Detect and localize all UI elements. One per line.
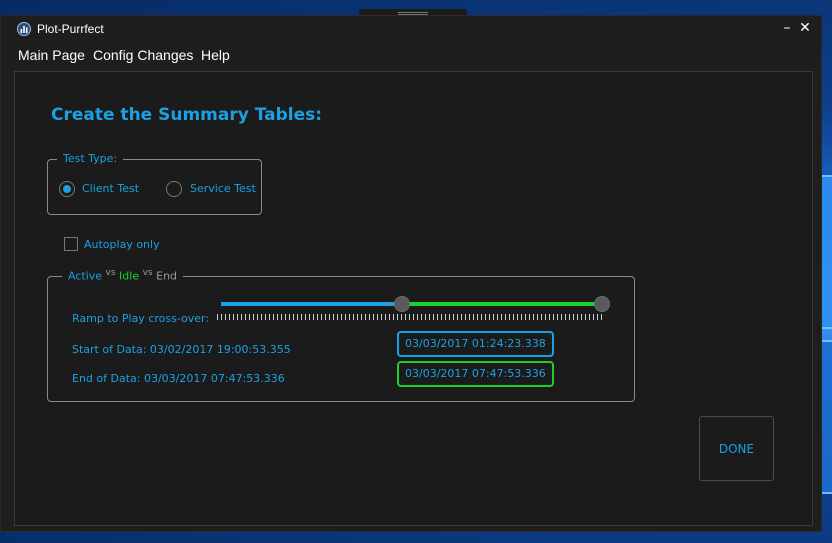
- slider-tick-marks: [217, 314, 603, 320]
- end-of-data-label: End of Data: 03/03/2017 07:47:53.336: [72, 372, 285, 385]
- minimize-button[interactable]: –: [777, 20, 797, 36]
- service-test-radio[interactable]: [166, 181, 182, 197]
- crossover-slider-thumb[interactable]: [394, 296, 410, 312]
- service-test-label[interactable]: Service Test: [190, 182, 256, 195]
- crossover-time-field[interactable]: 03/03/2017 01:24:23.338: [397, 331, 554, 357]
- test-type-legend: Test Type:: [57, 152, 124, 165]
- menu-help[interactable]: Help: [201, 47, 230, 63]
- close-button[interactable]: ✕: [795, 20, 815, 36]
- autoplay-label[interactable]: Autoplay only: [84, 238, 160, 251]
- idle-range-track: [401, 302, 601, 306]
- grip-icon: [398, 12, 428, 13]
- legend-idle: Idle: [119, 269, 140, 283]
- main-panel: Create the Summary Tables: Test Type: Cl…: [14, 71, 813, 526]
- app-chart-icon: [17, 22, 31, 36]
- legend-vs: vs: [142, 268, 153, 278]
- page-title: Create the Summary Tables:: [51, 105, 323, 125]
- end-slider-thumb[interactable]: [594, 296, 610, 312]
- app-window: Plot-Purrfect – ✕ Main Page Config Chang…: [0, 15, 822, 532]
- window-title: Plot-Purrfect: [37, 22, 104, 36]
- autoplay-checkbox[interactable]: [64, 237, 78, 251]
- test-type-group: Test Type: Client Test Service Test: [47, 152, 262, 215]
- start-of-data-label: Start of Data: 03/02/2017 19:00:53.355: [72, 343, 291, 356]
- legend-end: End: [156, 269, 178, 283]
- client-test-radio[interactable]: [59, 181, 75, 197]
- menu-main-page[interactable]: Main Page: [18, 47, 85, 63]
- end-time-field[interactable]: 03/03/2017 07:47:53.336: [397, 361, 554, 387]
- done-button[interactable]: DONE: [699, 416, 774, 481]
- active-range-track: [221, 302, 401, 306]
- title-bar[interactable]: Plot-Purrfect – ✕: [1, 16, 821, 44]
- legend-active: Active: [68, 269, 103, 283]
- menu-config-changes[interactable]: Config Changes: [93, 47, 193, 63]
- range-legend: Active vs Idle vs End: [62, 268, 184, 283]
- client-test-label[interactable]: Client Test: [82, 182, 139, 195]
- legend-vs: vs: [105, 268, 116, 278]
- ramp-crossover-label: Ramp to Play cross-over:: [72, 312, 210, 325]
